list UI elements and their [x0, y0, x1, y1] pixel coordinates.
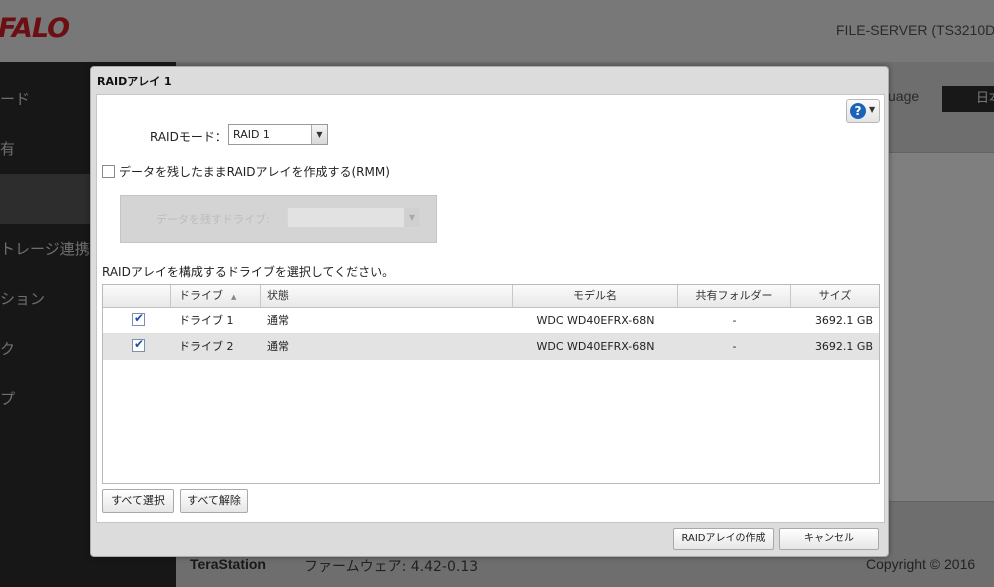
select-all-button[interactable]: すべて選択 [102, 489, 174, 513]
create-raid-button[interactable]: RAIDアレイの作成 [673, 528, 774, 550]
chevron-down-icon: ▼ [311, 125, 327, 144]
help-icon: ? [850, 103, 866, 119]
header-size[interactable]: サイズ [791, 285, 879, 307]
chevron-down-icon: ▼ [404, 208, 420, 227]
grid-header: ドライブ ▲ 状態 モデル名 共有フォルダー サイズ [103, 285, 879, 308]
raid-mode-select[interactable]: RAID 1 ▼ [228, 124, 328, 145]
dialog-title: RAIDアレイ 1 [97, 75, 172, 88]
header-checkbox-col [103, 285, 171, 307]
chevron-down-icon: ▼ [869, 105, 876, 114]
raid-mode-value: RAID 1 [233, 128, 270, 141]
raid-array-dialog: RAIDアレイ 1 ? ▼ RAIDモード： RAID 1 ▼ データを残したま… [90, 66, 889, 557]
header-status[interactable]: 状態 [261, 285, 513, 307]
drive-grid: ドライブ ▲ 状態 モデル名 共有フォルダー サイズ ✔ ドライブ 1 通常 WD… [102, 284, 880, 484]
rmm-options-panel: データを残すドライブ: ▼ [120, 195, 437, 243]
table-row[interactable]: ✔ ドライブ 1 通常 WDC WD40EFRX-68N - 3692.1 GB [103, 308, 879, 334]
header-drive[interactable]: ドライブ ▲ [171, 285, 261, 307]
drive-status: 通常 [267, 340, 289, 353]
cancel-button[interactable]: キャンセル [779, 528, 879, 550]
check-icon: ✔ [134, 311, 145, 325]
header-model[interactable]: モデル名 [513, 285, 678, 307]
drive-name: ドライブ 1 [179, 314, 234, 327]
deselect-all-button[interactable]: すべて解除 [180, 489, 248, 513]
drive-model: WDC WD40EFRX-68N [536, 340, 655, 353]
help-button[interactable]: ? ▼ [846, 99, 880, 123]
rmm-drive-select: ▼ [287, 207, 421, 228]
drive-size: 3692.1 GB [814, 314, 873, 327]
rmm-checkbox[interactable] [102, 165, 115, 178]
table-row[interactable]: ✔ ドライブ 2 通常 WDC WD40EFRX-68N - 3692.1 GB [103, 334, 879, 360]
drive-status: 通常 [267, 314, 289, 327]
drive-checkbox[interactable]: ✔ [132, 337, 145, 352]
drive-checkbox[interactable]: ✔ [132, 311, 145, 326]
check-icon: ✔ [134, 337, 145, 351]
dialog-body: ? ▼ RAIDモード： RAID 1 ▼ データを残したままRAIDアレイを作… [96, 94, 885, 523]
drive-share: - [732, 340, 737, 353]
drive-name: ドライブ 2 [179, 340, 234, 353]
instruction-text: RAIDアレイを構成するドライブを選択してください。 [102, 265, 395, 279]
sort-asc-icon: ▲ [231, 293, 237, 301]
header-share[interactable]: 共有フォルダー [678, 285, 791, 307]
rmm-drive-label: データを残すドライブ: [156, 213, 270, 226]
drive-share: - [732, 314, 737, 327]
raid-mode-label: RAIDモード： [150, 130, 227, 144]
rmm-checkbox-label[interactable]: データを残したままRAIDアレイを作成する(RMM) [119, 163, 390, 180]
drive-model: WDC WD40EFRX-68N [536, 314, 655, 327]
drive-size: 3692.1 GB [814, 340, 873, 353]
